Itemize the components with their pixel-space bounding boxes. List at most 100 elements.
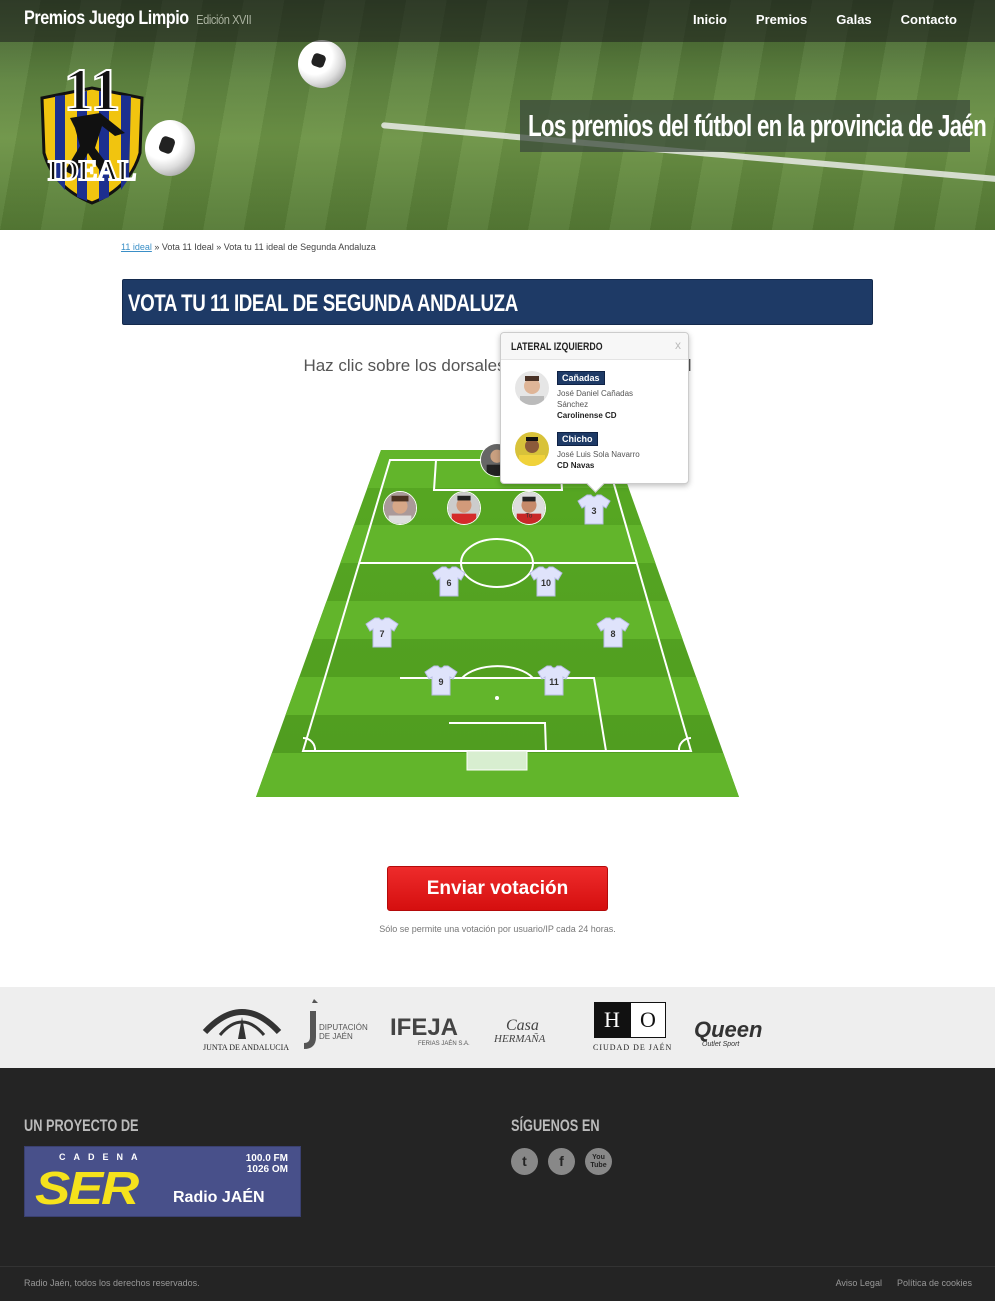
breadcrumb-section: Vota 11 Ideal — [161, 242, 214, 252]
shirt-number: 8 — [610, 629, 616, 639]
hero-banner: Premios Juego Limpio Edición XVII Inicio… — [0, 0, 995, 230]
sponsor-ifeja-sub: FERIAS JAÉN S.A. — [418, 1041, 470, 1047]
candidate-team: CD Navas — [557, 461, 595, 470]
shirt-winger-7[interactable]: 7 — [365, 616, 399, 648]
breadcrumb-separator: » — [151, 242, 162, 252]
ser-station-name: Radio JAÉN — [173, 1189, 265, 1206]
logo-number: 11 — [64, 58, 121, 123]
nav-inicio[interactable]: Inicio — [693, 12, 727, 27]
defender-photo-1[interactable] — [383, 491, 417, 525]
candidate-full-name: José Daniel Cañadas Sánchez — [557, 389, 634, 409]
hero-tagline: Los premios del fútbol en la provincia d… — [520, 100, 987, 152]
candidate-option[interactable]: Cañadas José Daniel Cañadas Sánchez Caro… — [515, 371, 685, 421]
candidate-full-name: José Luis Sola Navarro — [557, 450, 640, 459]
project-heading: UN PROYECTO DE — [24, 1116, 139, 1135]
aviso-legal-link[interactable]: Aviso Legal — [836, 1278, 882, 1288]
shirt-winger-8[interactable]: 8 — [596, 616, 630, 648]
instruction-left: Haz clic sobre los dorsales — [303, 356, 506, 375]
sponsor-hermana-text: HERMAÑA — [494, 1033, 546, 1045]
ser-fm: 100.0 FM — [245, 1153, 288, 1164]
logo-text: IDEAL — [48, 156, 137, 187]
cookies-policy-link[interactable]: Política de cookies — [897, 1278, 972, 1288]
tagline-text: Los premios del fútbol en la provincia d… — [528, 108, 987, 143]
nav-contacto[interactable]: Contacto — [901, 12, 957, 27]
popover-header: LATERAL IZQUIERDO x — [501, 333, 688, 360]
submit-vote-button[interactable]: Enviar votación — [387, 866, 608, 911]
shirt-midfielder-10[interactable]: 10 — [529, 565, 563, 597]
shirt-forward-9[interactable]: 9 — [424, 664, 458, 696]
football-ball-image — [298, 40, 346, 88]
shirt-left-back-3[interactable]: 3 — [577, 493, 611, 525]
defender-photo-3[interactable]: To — [512, 491, 546, 525]
candidate-photo — [515, 432, 549, 466]
shirt-number: 6 — [446, 578, 452, 588]
main-nav: Inicio Premios Galas Contacto — [693, 12, 957, 27]
sponsor-queen-outlet[interactable]: Queen Outlet Sport — [694, 987, 774, 1068]
close-icon[interactable]: x — [675, 338, 681, 352]
ser-frequencies: 100.0 FM 1026 OM — [246, 1153, 288, 1175]
youtube-you: You — [592, 1154, 605, 1161]
position-popover: LATERAL IZQUIERDO x Cañadas José Daniel … — [500, 332, 689, 484]
sponsor-queen-sub: Outlet Sport — [702, 1041, 740, 1048]
sponsor-junta-text: JUNTA DE ANDALUCIA — [203, 1043, 290, 1052]
candidate-team: Carolinense CD — [557, 411, 617, 420]
pitch-drawing — [256, 450, 739, 797]
11-ideal-logo[interactable]: 11 IDEAL — [30, 58, 155, 208]
shirt-number: 9 — [438, 677, 444, 687]
sponsor-ho-h: H — [594, 1002, 630, 1038]
nav-galas[interactable]: Galas — [836, 12, 871, 27]
sponsor-diputacion-text-1: DIPUTACIÓN — [319, 1023, 368, 1032]
sponsors-bar: JUNTA DE ANDALUCIA DIPUTACIÓN DE JAÉN IF… — [0, 987, 995, 1068]
sponsor-diputacion-text-2: DE JAÉN — [319, 1032, 353, 1041]
sponsor-junta-andalucia[interactable]: JUNTA DE ANDALUCIA — [200, 987, 289, 1068]
follow-heading: SÍGUENOS EN — [511, 1116, 600, 1135]
shirt-number: 3 — [591, 506, 597, 516]
candidate-nickname: Chicho — [557, 432, 598, 446]
sponsor-casa-hermana[interactable]: Casa HERMAÑA — [492, 987, 572, 1068]
diputacion-emblem — [304, 999, 318, 1049]
shirt-forward-11[interactable]: 11 — [537, 664, 571, 696]
junta-emblem — [202, 1009, 282, 1039]
breadcrumb-home[interactable]: 11 ideal — [121, 242, 152, 252]
page-title: VOTA TU 11 IDEAL DE SEGUNDA ANDALUZA — [128, 290, 518, 317]
breadcrumb-current: Vota tu 11 ideal de Segunda Andaluza — [223, 242, 376, 252]
cadena-ser-logo[interactable]: CADENA SER 100.0 FM 1026 OM Radio JAÉN — [24, 1146, 301, 1217]
sponsor-queen-text: Queen — [694, 1017, 763, 1042]
footer-bottom-bar: Radio Jaén, todos los derechos reservado… — [0, 1266, 995, 1301]
shirt-number: 11 — [549, 677, 559, 687]
site-brand[interactable]: Premios Juego Limpio Edición XVII — [24, 8, 252, 30]
brand-name[interactable]: Premios Juego Limpio — [24, 8, 189, 29]
sponsor-ifeja[interactable]: IFEJA FERIAS JAÉN S.A. — [390, 987, 470, 1068]
breadcrumb: 11 ideal » Vota 11 Ideal » Vota tu 11 id… — [121, 242, 376, 252]
sponsor-ho-sub: CIUDAD DE JAÉN — [593, 1043, 673, 1052]
shirt-number: 7 — [379, 629, 385, 639]
photo-overlay-text: To — [526, 512, 533, 519]
top-navbar: Premios Juego Limpio Edición XVII Inicio… — [0, 0, 995, 42]
candidate-photo — [515, 371, 549, 405]
ser-logo-text: SER — [35, 1162, 139, 1214]
nav-premios[interactable]: Premios — [756, 12, 807, 27]
ser-om: 1026 OM — [246, 1164, 288, 1175]
sponsor-ho-o: O — [630, 1002, 666, 1038]
brand-edition: Edición XVII — [196, 12, 252, 27]
legal-links: Aviso Legal Política de cookies — [836, 1278, 972, 1288]
sponsor-diputacion[interactable]: DIPUTACIÓN DE JAÉN — [302, 987, 370, 1068]
popover-title: LATERAL IZQUIERDO — [511, 341, 603, 353]
candidate-nickname: Cañadas — [557, 371, 605, 385]
facebook-icon[interactable]: f — [548, 1148, 575, 1175]
football-pitch — [255, 450, 740, 798]
candidate-option[interactable]: Chicho José Luis Sola Navarro CD Navas — [515, 432, 685, 474]
page-title-bar: VOTA TU 11 IDEAL DE SEGUNDA ANDALUZA — [122, 279, 873, 325]
youtube-icon[interactable]: You Tube — [585, 1148, 612, 1175]
twitter-icon[interactable]: t — [511, 1148, 538, 1175]
shirt-number: 10 — [540, 578, 551, 588]
sponsor-ifeja-text: IFEJA — [390, 1014, 459, 1041]
breadcrumb-separator: » — [213, 242, 224, 252]
copyright-text: Radio Jaén, todos los derechos reservado… — [24, 1278, 200, 1288]
defender-photo-2[interactable] — [447, 491, 481, 525]
youtube-tube: Tube — [590, 1162, 607, 1169]
site-footer: UN PROYECTO DE CADENA SER 100.0 FM 1026 … — [0, 1068, 995, 1301]
sponsor-ho-ciudad-jaen[interactable]: H O CIUDAD DE JAÉN — [592, 987, 673, 1068]
shirt-midfielder-6[interactable]: 6 — [432, 565, 466, 597]
vote-note: Sólo se permite una votación por usuario… — [379, 924, 616, 934]
